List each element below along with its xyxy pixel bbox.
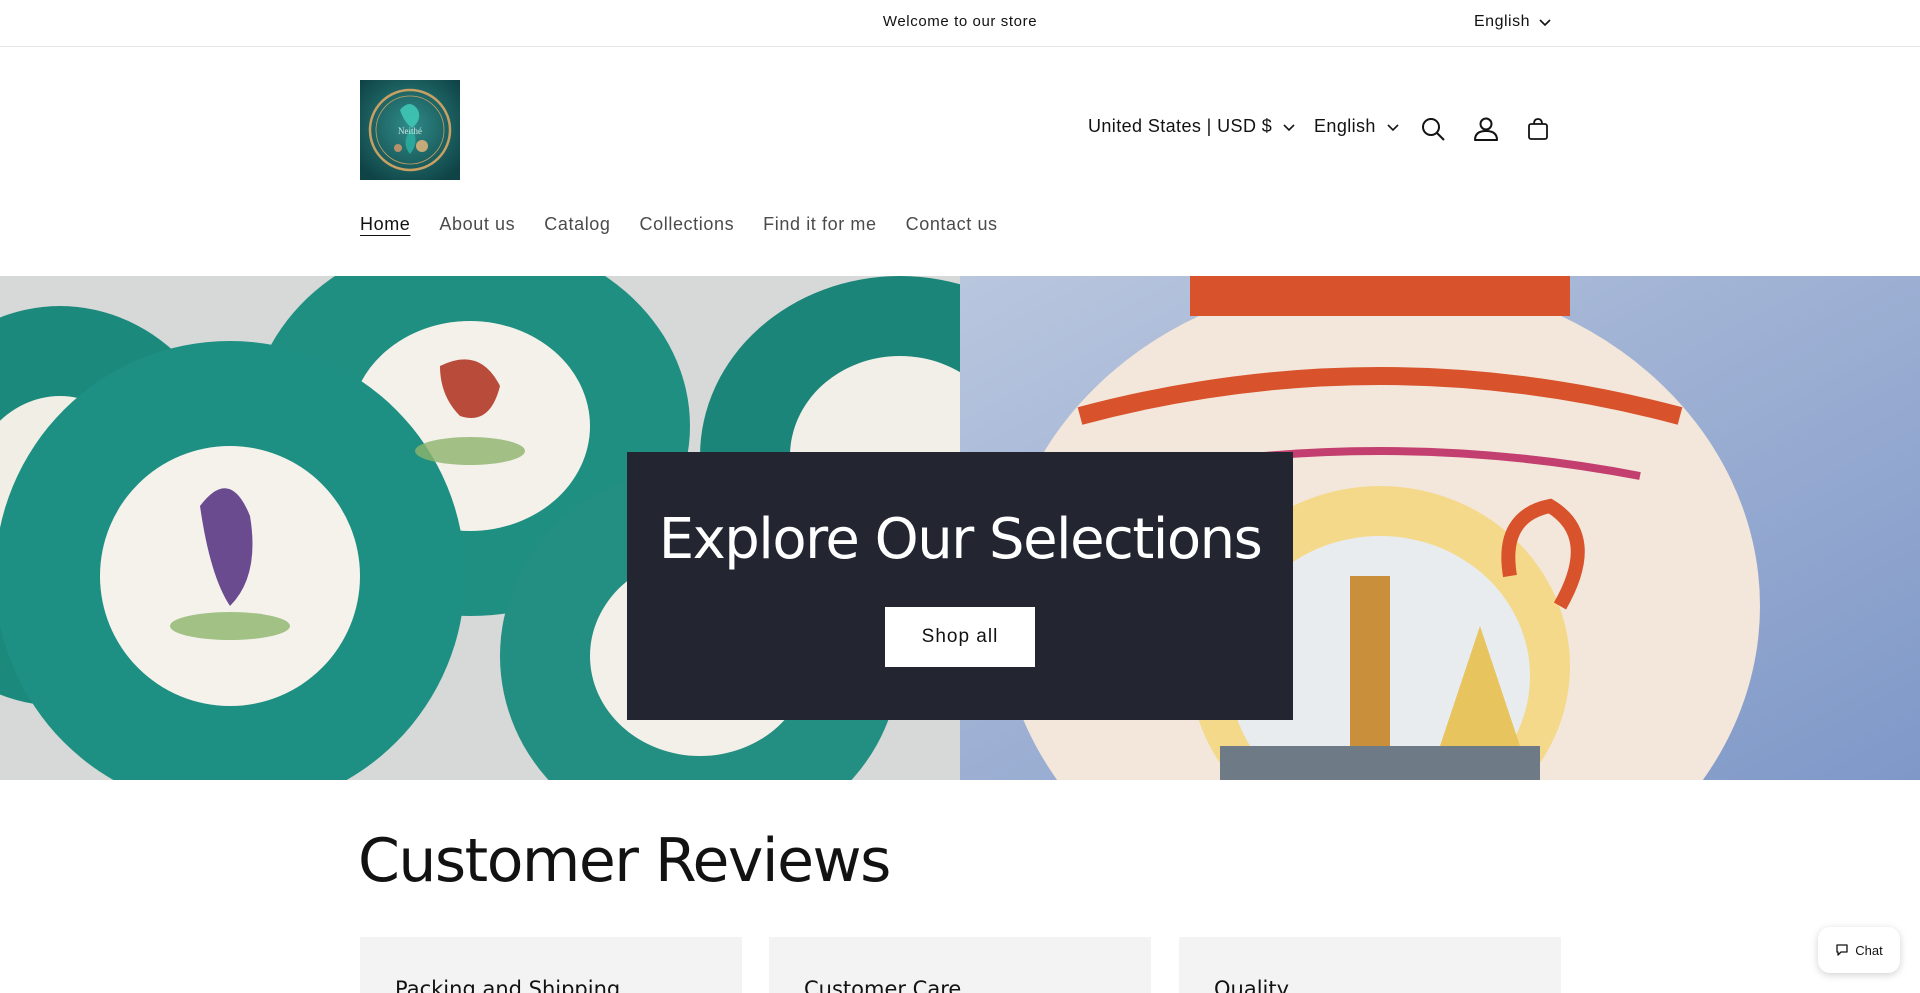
nav-item-catalog[interactable]: Catalog: [544, 214, 610, 235]
chevron-down-icon: [1387, 123, 1399, 131]
search-button[interactable]: [1416, 112, 1450, 146]
main-navigation: Home About us Catalog Collections Find i…: [360, 214, 1027, 235]
logo-emblem: Neithé: [360, 80, 460, 180]
account-button[interactable]: [1469, 112, 1503, 146]
nav-item-about-us[interactable]: About us: [439, 214, 515, 235]
search-icon: [1422, 118, 1445, 141]
chevron-down-icon: [1539, 19, 1551, 27]
review-card-title: Customer Care: [804, 977, 962, 993]
cart-icon: [1528, 118, 1548, 140]
nav-item-contact-us[interactable]: Contact us: [906, 214, 998, 235]
chat-button[interactable]: Chat: [1818, 927, 1900, 973]
store-logo[interactable]: Neithé: [360, 80, 460, 180]
review-card: Quality: [1179, 937, 1561, 993]
nav-item-find-it-for-me[interactable]: Find it for me: [763, 214, 876, 235]
review-card-title: Packing and Shipping: [395, 977, 621, 993]
chat-label: Chat: [1855, 942, 1883, 958]
review-card-title: Quality: [1214, 977, 1290, 993]
nav-item-collections[interactable]: Collections: [640, 214, 735, 235]
review-card: Packing and Shipping: [360, 937, 742, 993]
announcement-bar: Welcome to our store English: [0, 0, 1920, 47]
account-icon: [1474, 117, 1498, 141]
chevron-down-icon: [1283, 123, 1295, 131]
announcement-language-selector[interactable]: English: [1474, 13, 1552, 31]
country-currency-label: United States | USD $: [1088, 116, 1273, 136]
shop-all-button[interactable]: Shop all: [885, 607, 1035, 667]
language-label: English: [1314, 116, 1376, 136]
language-selector[interactable]: English: [1314, 116, 1400, 137]
announcement-language-label: English: [1474, 13, 1530, 30]
chat-bubble-icon: [1836, 944, 1848, 956]
cart-button[interactable]: [1521, 112, 1555, 146]
hero-banner: Explore Our Selections Shop all: [0, 276, 1920, 780]
logo-wordmark: Neithé: [398, 126, 422, 136]
reviews-heading: Customer Reviews: [358, 826, 891, 896]
hero-title: Explore Our Selections: [658, 507, 1263, 572]
hero-content-box: Explore Our Selections Shop all: [627, 452, 1293, 720]
country-currency-selector[interactable]: United States | USD $: [1088, 116, 1296, 137]
review-card: Customer Care: [769, 937, 1151, 993]
announcement-text: Welcome to our store: [882, 13, 1038, 30]
nav-item-home[interactable]: Home: [360, 214, 410, 235]
